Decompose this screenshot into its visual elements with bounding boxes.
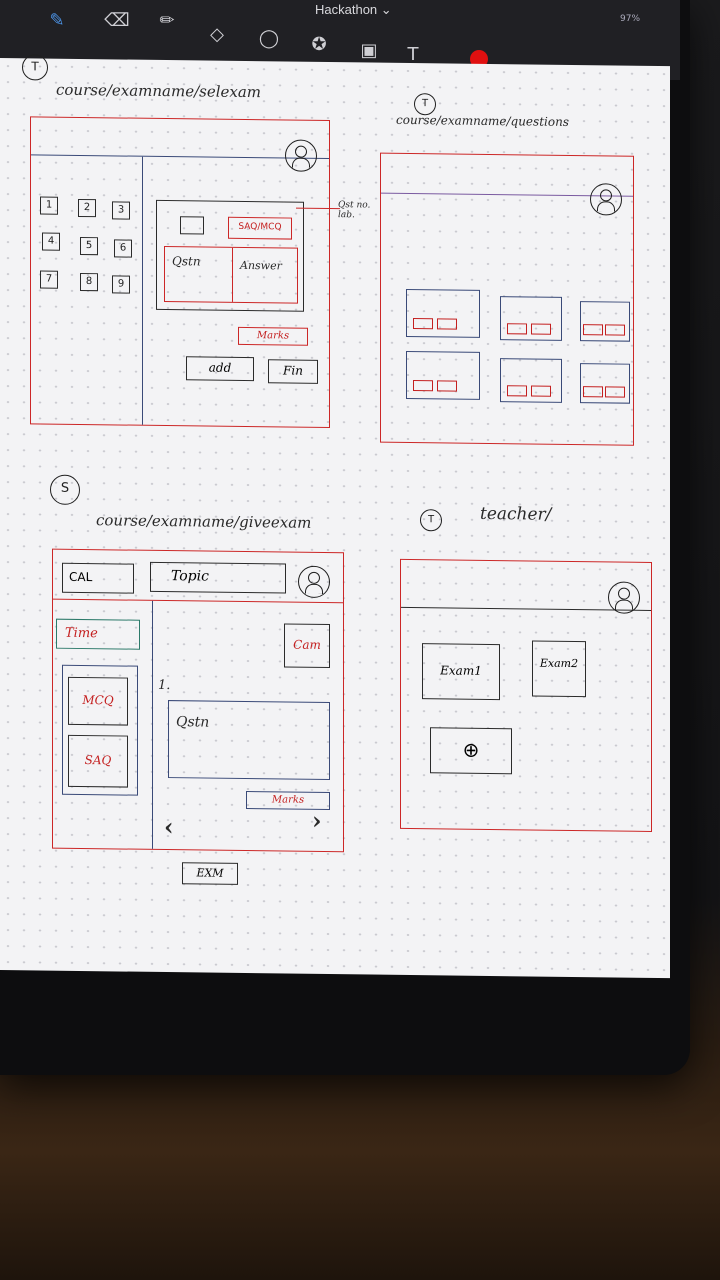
- mcq-tab[interactable]: MCQ: [68, 676, 128, 726]
- marks-field[interactable]: Marks: [238, 326, 308, 346]
- image-icon[interactable]: ▣: [356, 38, 382, 64]
- finish-button[interactable]: Fin: [268, 359, 318, 384]
- question-card-5[interactable]: [500, 358, 562, 403]
- saq-tab[interactable]: SAQ: [68, 734, 128, 788]
- sketch4-path: teacher/: [480, 503, 552, 525]
- sketch3-avatar-icon[interactable]: [298, 565, 330, 599]
- teacher-badge-2: T: [414, 93, 436, 116]
- note-page: T course/examname/selexam 1 2 3 4 5 6 7 …: [0, 54, 670, 979]
- previous-arrow-icon[interactable]: ‹: [164, 812, 174, 841]
- question-card-3[interactable]: [580, 301, 630, 342]
- question-label-box[interactable]: [180, 216, 204, 235]
- eraser-icon[interactable]: ⌫: [104, 8, 130, 34]
- sketch4-avatar-icon[interactable]: [608, 581, 640, 614]
- topic-field: Topic: [150, 561, 286, 594]
- question-area: [168, 700, 330, 781]
- camera-feed: Cam: [284, 623, 330, 669]
- type-selector[interactable]: SAQ/MCQ: [228, 216, 292, 240]
- shapes-icon[interactable]: ◇: [204, 22, 230, 48]
- sketch1-path: course/examname/selexam: [56, 80, 262, 102]
- submit-exam-button[interactable]: EXM: [182, 862, 238, 885]
- timer-field: Time: [56, 618, 140, 650]
- add-button[interactable]: add: [186, 356, 254, 382]
- next-arrow-icon[interactable]: ›: [312, 806, 322, 835]
- question-number-6[interactable]: 6: [114, 239, 132, 258]
- add-exam-icon[interactable]: ⊕: [430, 727, 512, 775]
- question-card-4[interactable]: [406, 350, 480, 400]
- question-number-8[interactable]: 8: [80, 272, 98, 292]
- question-number-9[interactable]: 9: [112, 275, 130, 294]
- sketch1-sidebar-line: [142, 156, 143, 425]
- question-card-2[interactable]: [500, 296, 562, 341]
- battery-status: 97%: [620, 14, 641, 24]
- star-icon[interactable]: ✪: [306, 32, 332, 58]
- question-number: 1.: [158, 677, 171, 694]
- qa-divider: [232, 247, 233, 302]
- sketch2-path: course/examname/questions: [396, 112, 569, 129]
- question-number-7[interactable]: 7: [40, 270, 58, 289]
- question-number-3[interactable]: 3: [112, 201, 130, 220]
- sketch1-avatar-icon[interactable]: [285, 139, 317, 172]
- answer-field[interactable]: Answer: [240, 259, 282, 273]
- exam1-card[interactable]: Exam1: [422, 643, 500, 701]
- question-number-1[interactable]: 1: [40, 196, 58, 215]
- question-field[interactable]: Qstn: [172, 254, 201, 268]
- question-number-4[interactable]: 4: [42, 232, 60, 251]
- question-card-6[interactable]: [580, 363, 630, 404]
- sketch2-avatar-icon[interactable]: [590, 183, 622, 216]
- question-text: Qstn: [176, 714, 210, 731]
- teacher-badge-1: T: [22, 54, 48, 81]
- lasso-icon[interactable]: ◯: [256, 26, 282, 52]
- sketch3-path: course/examname/giveexam: [96, 511, 312, 532]
- question-number-5[interactable]: 5: [80, 236, 98, 256]
- calculator-button[interactable]: CAL: [62, 562, 134, 594]
- sketch3-sidebar-line: [152, 600, 153, 849]
- pen-icon[interactable]: ✎: [44, 8, 70, 34]
- teacher-badge-4: T: [420, 509, 442, 532]
- pencil-icon[interactable]: ✏: [154, 8, 180, 34]
- document-title[interactable]: Hackathon ⌄: [315, 2, 392, 18]
- exam2-card[interactable]: Exam2: [532, 640, 586, 698]
- question-number-2[interactable]: 2: [78, 198, 96, 218]
- student-badge: S: [50, 474, 80, 505]
- annotation-note: Qst no. lab.: [338, 200, 371, 221]
- question-card-1[interactable]: [406, 288, 480, 338]
- tablet-frame: Hackathon ⌄ ✎ ⌫ ✏ ◇ ◯ ✪ ▣ T 97% T course…: [0, 0, 690, 1075]
